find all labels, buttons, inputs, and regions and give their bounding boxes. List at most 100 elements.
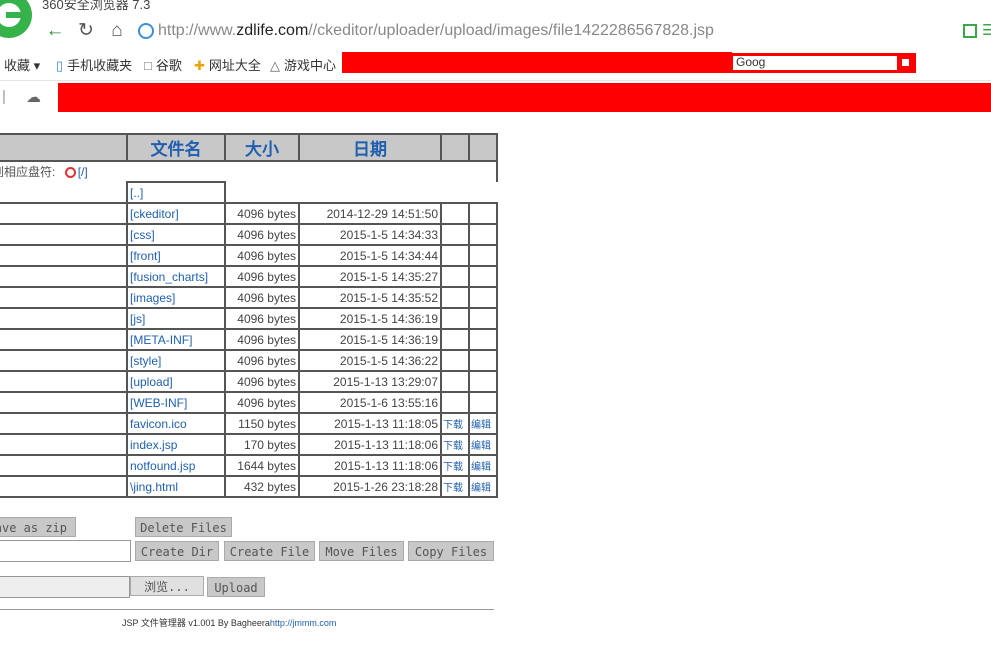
copy-files-button[interactable]: Copy Files [408,541,494,561]
file-name-link[interactable]: [js] [130,312,145,326]
bookmark-games[interactable]: △ 游戏中心 [270,55,336,74]
table-header-row: 文件名 大小 日期 [0,133,498,162]
parent-dir-link[interactable]: [..] [130,186,143,200]
file-name-link[interactable]: [upload] [130,375,173,389]
download-link[interactable] [440,223,470,246]
edit-link[interactable] [468,349,498,372]
download-link[interactable] [440,349,470,372]
file-date: 2015-1-13 11:18:06 [298,433,442,456]
delete-files-button[interactable]: Delete Files [135,517,232,537]
file-size: 4096 bytes [224,223,300,246]
create-dir-button[interactable]: Create Dir [135,541,219,561]
bookmark-mobile[interactable]: ▯ 手机收藏夹 [56,55,132,74]
edit-link[interactable] [468,307,498,330]
home-icon[interactable]: ⌂ [104,20,130,42]
cloud-icon[interactable]: ☁ [26,88,41,106]
new-name-input[interactable] [0,540,131,562]
download-link[interactable] [440,244,470,267]
download-link[interactable] [440,202,470,225]
row-select-cell[interactable] [0,202,128,225]
bookmark-favorites[interactable]: 收藏 ▾ [4,55,40,74]
table-row: favicon.ico 1150 bytes 2015-1-13 11:18:05 下… [0,412,498,435]
edit-link[interactable]: 编辑 [468,454,498,477]
address-bar[interactable]: http://www.zdlife.com//ckeditor/uploader… [134,17,956,45]
download-link[interactable]: 下载 [440,475,470,498]
edit-link[interactable] [468,370,498,393]
file-name-link[interactable]: favicon.ico [130,417,187,431]
download-link[interactable] [440,391,470,414]
download-link[interactable] [440,286,470,309]
footer-link[interactable]: http://jmmm.com [270,618,337,628]
create-file-button[interactable]: Create File [224,541,315,561]
row-select-cell[interactable] [0,391,128,414]
back-arrow-icon[interactable]: ← [42,20,68,42]
qr-code-icon[interactable] [963,24,977,38]
download-link[interactable]: 下载 [440,412,470,435]
row-select-cell[interactable] [0,307,128,330]
file-size: 4096 bytes [224,202,300,225]
file-size: 4096 bytes [224,244,300,267]
upload-button[interactable]: Upload [207,577,265,597]
file-name-link[interactable]: [fusion_charts] [130,270,208,284]
download-link[interactable] [440,370,470,393]
edit-link[interactable] [468,202,498,225]
upload-file-input[interactable] [0,576,130,598]
header-date[interactable]: 日期 [298,133,442,162]
refresh-icon[interactable]: ↻ [73,20,99,42]
file-name-link[interactable]: index.jsp [130,438,177,452]
file-name-link[interactable]: [style] [130,354,161,368]
edit-link[interactable] [468,223,498,246]
download-link[interactable] [440,307,470,330]
edit-link[interactable] [468,391,498,414]
download-link[interactable]: 下载 [440,433,470,456]
edit-link[interactable] [468,244,498,267]
file-size: 4096 bytes [224,349,300,372]
download-link[interactable]: 下载 [440,454,470,477]
download-link[interactable] [440,265,470,288]
row-select-cell[interactable] [0,265,128,288]
move-files-button[interactable]: Move Files [319,541,404,561]
row-select-cell[interactable] [0,412,128,435]
bookmark-hao[interactable]: ✚ 网址大全 [194,55,261,74]
drive-icon [64,167,76,179]
row-select-cell[interactable] [0,223,128,246]
browse-button[interactable]: 浏览... [130,576,204,596]
file-size: 432 bytes [224,475,300,498]
file-name-link[interactable]: notfound.jsp [130,459,195,473]
drive-root-link[interactable]: [/] [78,165,88,179]
file-name-link[interactable]: [front] [130,249,161,263]
file-date: 2015-1-5 14:34:44 [298,244,442,267]
row-select-cell[interactable] [0,349,128,372]
header-name[interactable]: 文件名 [126,133,226,162]
edit-link[interactable] [468,328,498,351]
row-select-cell[interactable] [0,244,128,267]
edit-link[interactable] [468,286,498,309]
header-size[interactable]: 大小 [224,133,300,162]
edit-link[interactable]: 编辑 [468,475,498,498]
file-name-link[interactable]: \jing.html [130,480,178,494]
edit-link[interactable]: 编辑 [468,433,498,456]
file-size: 1150 bytes [224,412,300,435]
row-select-cell[interactable] [0,370,128,393]
edit-link[interactable]: 编辑 [468,412,498,435]
file-name-link[interactable]: [ckeditor] [130,207,179,221]
save-as-zip-button[interactable]: Save as zip [0,517,76,537]
row-select-cell[interactable] [0,475,128,498]
edit-link[interactable] [468,265,498,288]
row-select-cell[interactable] [0,454,128,477]
row-select-cell[interactable] [0,286,128,309]
file-date: 2015-1-13 11:18:05 [298,412,442,435]
download-link[interactable] [440,328,470,351]
search-partial-text: Goog [736,55,766,69]
row-select-cell[interactable] [0,433,128,456]
file-name-link[interactable]: [css] [130,228,155,242]
file-name-link[interactable]: [WEB-INF] [130,396,187,410]
bookmark-google[interactable]: □ 谷歌 [144,55,182,74]
file-name-link[interactable]: [images] [130,291,175,305]
browser-title: 360安全浏览器 7.3 [42,0,151,12]
table-row: [fusion_charts] 4096 bytes 2015-1-5 14:35:… [0,265,498,288]
extension-icon[interactable]: ☰ [982,21,991,39]
row-select-cell[interactable] [0,328,128,351]
file-date: 2015-1-5 14:36:22 [298,349,442,372]
file-name-link[interactable]: [META-INF] [130,333,192,347]
